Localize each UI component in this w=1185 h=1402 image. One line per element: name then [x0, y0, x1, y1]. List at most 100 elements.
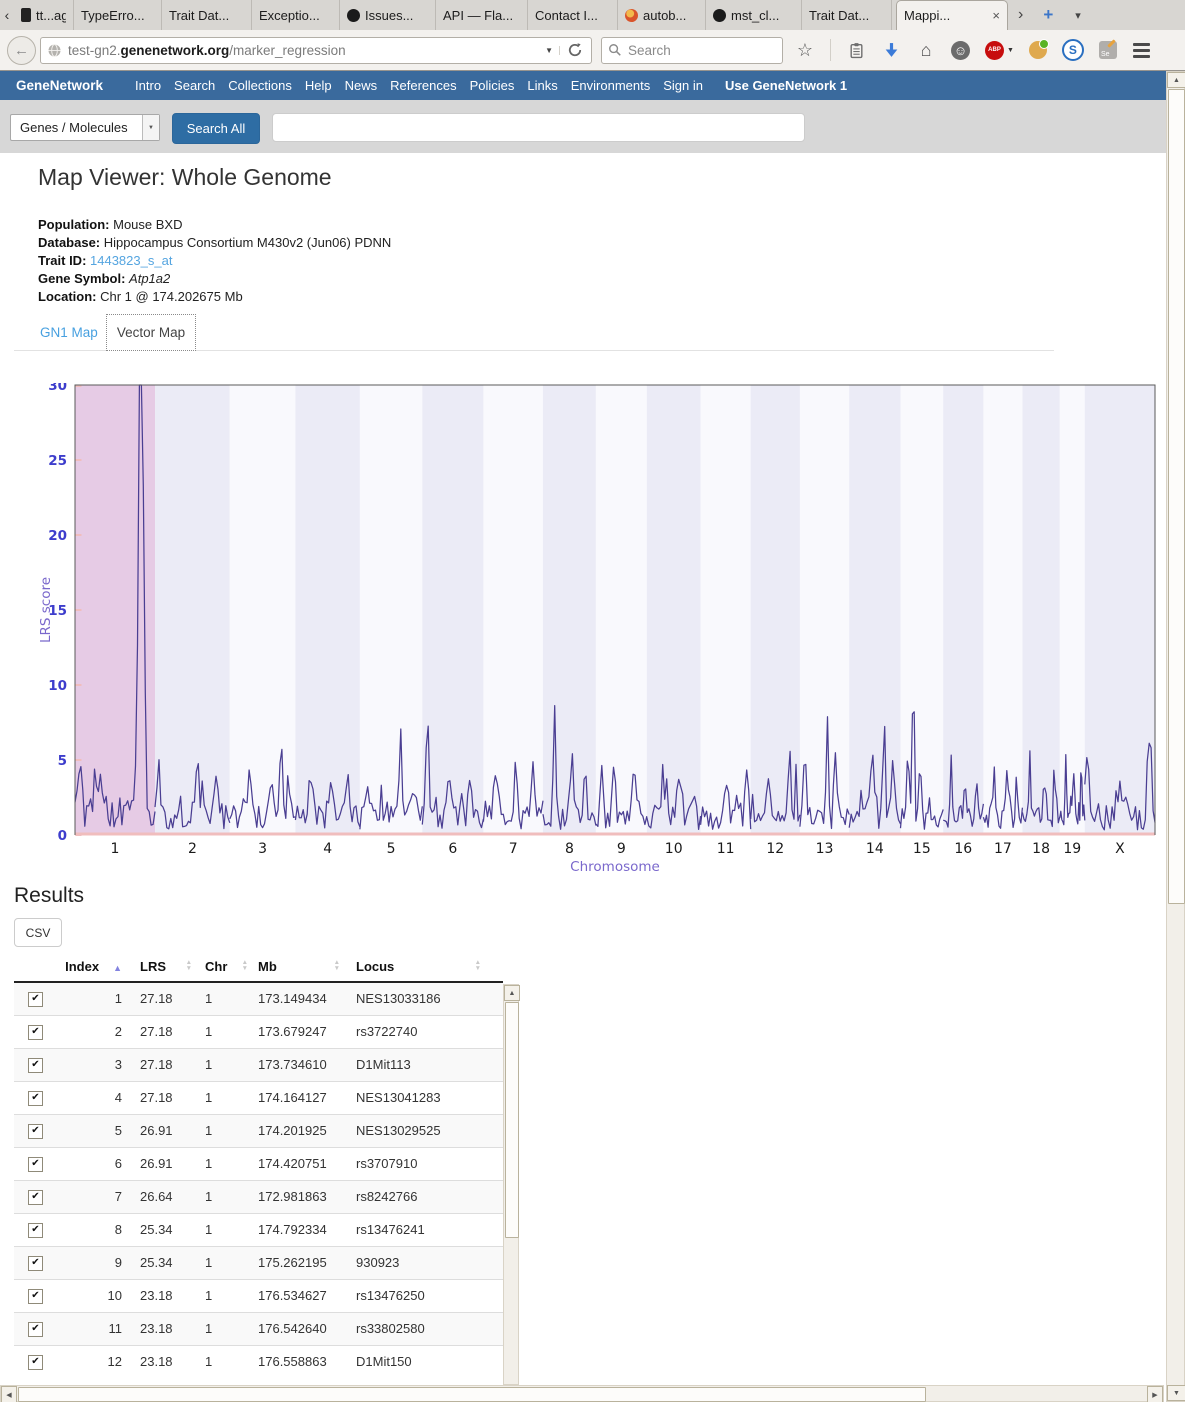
csv-button[interactable]: CSV	[14, 918, 62, 947]
table-vertical-scrollbar[interactable]: ▲	[503, 984, 519, 1385]
tab-scroll-left-icon[interactable]: ‹	[0, 0, 14, 30]
reload-icon[interactable]	[560, 42, 587, 58]
column-header-locus[interactable]: Locus▲▼	[346, 952, 503, 982]
column-header-mb[interactable]: Mb▲▼	[254, 952, 346, 982]
search-terms-input[interactable]	[272, 113, 805, 142]
nav-item-collections[interactable]: Collections	[228, 78, 292, 93]
page-vertical-scrollbar[interactable]: ▲ ▼	[1166, 71, 1185, 1402]
checkbox-cell[interactable]: ✔	[14, 1213, 58, 1246]
selenium-ide-icon[interactable]: Se	[1099, 41, 1117, 59]
tab-list-dropdown-icon[interactable]: ▾	[1063, 0, 1093, 30]
table-scroll-up-icon[interactable]: ▲	[504, 985, 520, 1001]
nav-item-news[interactable]: News	[345, 78, 378, 93]
checkbox-cell[interactable]: ✔	[14, 1081, 58, 1114]
row-checkbox[interactable]: ✔	[28, 1157, 43, 1172]
select-dropdown-icon[interactable]: ▼	[142, 115, 159, 140]
page-scrollbar-thumb[interactable]	[1168, 89, 1185, 904]
page-scroll-down-icon[interactable]: ▼	[1167, 1385, 1185, 1401]
row-checkbox[interactable]: ✔	[28, 1322, 43, 1337]
nav-item-help[interactable]: Help	[305, 78, 332, 93]
row-checkbox[interactable]: ✔	[28, 1289, 43, 1304]
checkbox-cell[interactable]: ✔	[14, 1279, 58, 1312]
tab-close-icon[interactable]: ×	[984, 8, 1000, 23]
trait-id-link[interactable]: 1443823_s_at	[90, 253, 172, 268]
row-checkbox[interactable]: ✔	[28, 992, 43, 1007]
checkbox-cell[interactable]: ✔	[14, 1180, 58, 1213]
page-scroll-up-icon[interactable]: ▲	[1167, 72, 1185, 88]
browser-tab[interactable]: TypeErro...	[74, 0, 162, 30]
new-tab-button[interactable]: +	[1033, 0, 1063, 30]
row-checkbox[interactable]: ✔	[28, 1025, 43, 1040]
checkbox-cell[interactable]: ✔	[14, 1246, 58, 1279]
column-header-chr[interactable]: Chr▲▼	[198, 952, 254, 982]
sort-icon[interactable]: ▲▼	[475, 960, 481, 972]
browser-tab[interactable]: Trait Dat...	[802, 0, 892, 30]
nav-item-links[interactable]: Links	[527, 78, 557, 93]
genenetwork-brand[interactable]: GeneNetwork	[16, 78, 103, 93]
tab-vector-map[interactable]: Vector Map	[106, 314, 196, 351]
page-scroll-right-icon[interactable]: ▶	[1147, 1386, 1163, 1402]
downloads-icon[interactable]	[881, 40, 901, 60]
row-checkbox[interactable]: ✔	[28, 1091, 43, 1106]
nav-item-environments[interactable]: Environments	[571, 78, 650, 93]
url-dropdown-icon[interactable]: ▼	[539, 46, 560, 55]
tab-gn1-map[interactable]: GN1 Map	[40, 325, 98, 340]
row-checkbox[interactable]: ✔	[28, 1058, 43, 1073]
column-header-lrs[interactable]: LRS▲▼	[134, 952, 198, 982]
row-checkbox[interactable]: ✔	[28, 1256, 43, 1271]
bookmarks-sidebar-icon[interactable]	[846, 40, 866, 60]
sort-icon[interactable]: ▲	[113, 963, 122, 973]
checkbox-cell[interactable]: ✔	[14, 1147, 58, 1180]
nav-item-search[interactable]: Search	[174, 78, 215, 93]
checkbox-cell[interactable]: ✔	[14, 1015, 58, 1048]
nav-item-intro[interactable]: Intro	[135, 78, 161, 93]
browser-search-field[interactable]: Search	[601, 37, 783, 64]
sort-icon[interactable]: ▲▼	[242, 960, 248, 972]
tab-overflow-icon[interactable]: ›	[1008, 0, 1033, 30]
page-scroll-left-icon[interactable]: ◀	[1, 1386, 17, 1402]
skype-icon[interactable]: S	[1062, 39, 1084, 61]
nav-item-sign-in[interactable]: Sign in	[663, 78, 703, 93]
checkbox-cell[interactable]: ✔	[14, 1114, 58, 1147]
browser-tab[interactable]: Exceptio...	[252, 0, 340, 30]
adblock-plus-icon[interactable]: ABP ▼	[985, 41, 1014, 60]
table-scrollbar-thumb[interactable]	[505, 1002, 519, 1238]
nav-item-policies[interactable]: Policies	[470, 78, 515, 93]
browser-tab[interactable]: Trait Dat...	[162, 0, 252, 30]
browser-tab[interactable]: mst_cl...	[706, 0, 802, 30]
checkbox-cell[interactable]: ✔	[14, 1345, 58, 1378]
row-checkbox[interactable]: ✔	[28, 1223, 43, 1238]
browser-tab-active[interactable]: Mappi...×	[896, 0, 1008, 30]
back-button[interactable]: ←	[7, 36, 36, 65]
column-header-index[interactable]: Index▲	[58, 952, 134, 982]
search-category-select[interactable]: Genes / Molecules ▼	[10, 114, 160, 141]
site-identity-globe-icon[interactable]	[47, 43, 62, 58]
menu-hamburger-icon[interactable]	[1132, 40, 1152, 60]
home-icon[interactable]: ⌂	[916, 40, 936, 60]
checkbox-cell[interactable]: ✔	[14, 1048, 58, 1081]
sort-icon[interactable]: ▲▼	[334, 960, 340, 972]
ghostery-icon[interactable]	[1029, 41, 1047, 59]
page-horizontal-scrollbar[interactable]: ◀ ▶	[0, 1385, 1164, 1402]
row-checkbox[interactable]: ✔	[28, 1124, 43, 1139]
browser-tab[interactable]: Contact I...	[528, 0, 618, 30]
browser-tab[interactable]: tt...age	[14, 0, 74, 30]
page-hscrollbar-thumb[interactable]	[18, 1387, 926, 1402]
adblock-dropdown-icon[interactable]: ▼	[1007, 47, 1014, 54]
cell-lrs: 27.18	[134, 1081, 198, 1114]
chat-icon[interactable]: ☺	[951, 41, 970, 60]
checkbox-cell[interactable]: ✔	[14, 982, 58, 1015]
browser-tab[interactable]: autob...	[618, 0, 706, 30]
bookmark-star-icon[interactable]: ☆	[795, 40, 815, 60]
row-checkbox[interactable]: ✔	[28, 1190, 43, 1205]
sort-icon[interactable]: ▲▼	[186, 960, 192, 972]
search-all-button[interactable]: Search All	[172, 113, 260, 144]
url-bar[interactable]: test-gn2.genenetwork.org/marker_regressi…	[40, 37, 592, 64]
checkbox-cell[interactable]: ✔	[14, 1312, 58, 1345]
browser-tab[interactable]: Issues...	[340, 0, 436, 30]
browser-tab[interactable]: API — Fla...	[436, 0, 528, 30]
svg-text:8: 8	[565, 841, 574, 857]
row-checkbox[interactable]: ✔	[28, 1355, 43, 1370]
nav-item-references[interactable]: References	[390, 78, 456, 93]
nav-use-genenetwork1[interactable]: Use GeneNetwork 1	[725, 78, 847, 93]
